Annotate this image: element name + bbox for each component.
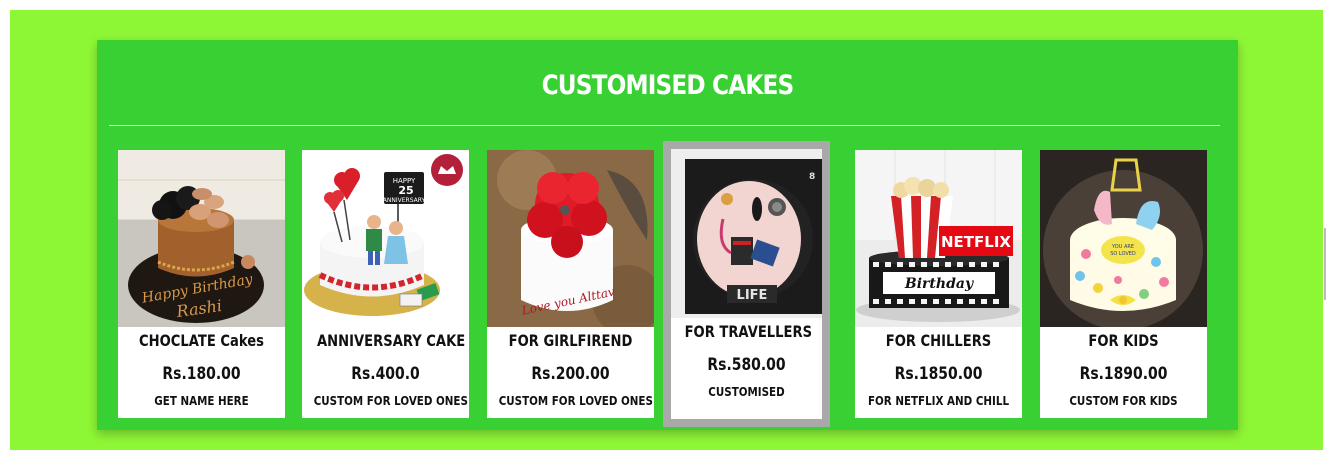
product-price: Rs.1890.00 bbox=[1079, 364, 1168, 384]
product-name[interactable]: FOR CHILLERS bbox=[870, 331, 1007, 350]
product-name[interactable]: FOR TRAVELLERS bbox=[685, 322, 812, 341]
product-description: CUSTOM FOR LOVED ONES bbox=[498, 394, 653, 408]
product-description: GET NAME HERE bbox=[154, 394, 249, 408]
product-price: Rs.180.00 bbox=[162, 364, 241, 384]
svg-text:8: 8 bbox=[809, 172, 815, 182]
product-card-chillers[interactable]: Birthday NETFLIX FOR CHILLERS Rs.1850.00… bbox=[855, 150, 1022, 418]
svg-text:NETFLIX: NETFLIX bbox=[941, 233, 1011, 251]
product-name[interactable]: FOR KIDS bbox=[1055, 331, 1192, 350]
product-card-chocolate[interactable]: Happy Birthday Rashi CHOCLATE Cakes Rs.1… bbox=[118, 150, 285, 418]
chocolate-birthday-cake-image[interactable]: Happy Birthday Rashi bbox=[118, 150, 285, 327]
product-name[interactable]: CHOCLATE Cakes bbox=[133, 331, 270, 350]
product-price: Rs.1850.00 bbox=[894, 364, 983, 384]
product-card-girlfriend[interactable]: Love you Alttav FOR GIRLFIREND Rs.200.00… bbox=[487, 150, 654, 418]
anniversary-cake-image[interactable]: HAPPY 25 ANNIVERSARY bbox=[302, 150, 469, 327]
product-description: FOR NETFLIX AND CHILL bbox=[867, 394, 1010, 408]
red-rose-cake-image[interactable]: Love you Alttav bbox=[487, 150, 654, 327]
product-price: Rs.580.00 bbox=[707, 355, 786, 375]
svg-text:SO LOVED: SO LOVED bbox=[1110, 251, 1136, 257]
travel-theme-cake-image[interactable]: LIFE 8 bbox=[671, 149, 822, 318]
scrollbar-thumb[interactable] bbox=[1324, 228, 1326, 300]
svg-text:LIFE: LIFE bbox=[737, 288, 768, 303]
kids-baby-shoes-cake-image[interactable]: YOU ARE SO LOVED bbox=[1040, 150, 1207, 327]
svg-text:YOU ARE: YOU ARE bbox=[1111, 244, 1134, 250]
product-description: CUSTOM FOR KIDS bbox=[1069, 394, 1178, 408]
product-card-kids[interactable]: YOU ARE SO LOVED FOR KIDS Rs.1890.00 CUS… bbox=[1040, 150, 1207, 418]
product-price: Rs.200.00 bbox=[531, 364, 610, 384]
product-card-anniversary[interactable]: HAPPY 25 ANNIVERSARY ANNIVERSARY CAKE Rs… bbox=[302, 150, 469, 418]
svg-text:Birthday: Birthday bbox=[904, 276, 974, 292]
section-divider bbox=[109, 125, 1220, 126]
product-description: CUSTOMISED bbox=[708, 385, 785, 399]
product-card-travellers[interactable]: LIFE 8 FOR TRAVELLERS Rs.580.00 CUSTOMIS… bbox=[663, 141, 830, 427]
product-description: CUSTOM FOR LOVED ONES bbox=[313, 394, 468, 408]
product-name[interactable]: FOR GIRLFIREND bbox=[502, 331, 639, 350]
netflix-popcorn-cake-image[interactable]: Birthday NETFLIX bbox=[855, 150, 1022, 327]
svg-text:25: 25 bbox=[398, 184, 413, 197]
product-name[interactable]: ANNIVERSARY CAKE bbox=[317, 331, 465, 350]
section-title: CUSTOMISED CAKES bbox=[541, 70, 795, 101]
svg-text:ANNIVERSARY: ANNIVERSARY bbox=[383, 197, 426, 204]
product-price: Rs.400.0 bbox=[351, 364, 420, 384]
customised-cakes-section: CUSTOMISED CAKES Happy Birthday Rashi CH… bbox=[97, 40, 1238, 430]
